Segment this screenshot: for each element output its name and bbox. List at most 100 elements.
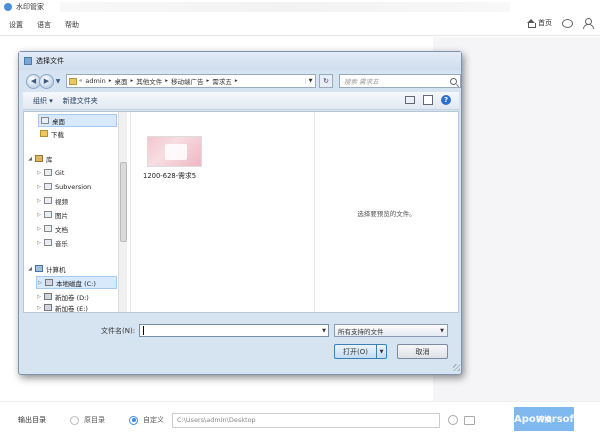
radio-original-dir[interactable]: [70, 415, 79, 425]
expand-arrow-icon[interactable]: ▷: [36, 212, 42, 218]
output-path-field[interactable]: C:\Users\admin\Desktop: [172, 412, 440, 428]
organize-button[interactable]: 组织 ▾: [33, 96, 53, 106]
nav-label: 视频: [55, 197, 68, 206]
output-dir-label: 输出目录: [18, 416, 46, 424]
new-folder-button[interactable]: 新建文件夹: [63, 96, 98, 106]
home-label: 首页: [538, 19, 552, 27]
menu-settings[interactable]: 设置: [9, 20, 23, 30]
expand-arrow-icon[interactable]: ▷: [37, 280, 43, 286]
filename-input[interactable]: ▼: [139, 324, 329, 337]
file-type-value: 所有支持的文件: [338, 327, 384, 336]
nav-scrollbar-thumb[interactable]: [120, 162, 127, 242]
breadcrumb-overflow[interactable]: «: [79, 78, 82, 84]
expand-arrow-icon[interactable]: ▷: [36, 198, 42, 204]
cancel-button[interactable]: 取消: [397, 344, 448, 359]
address-dropdown-icon[interactable]: ▼: [305, 78, 315, 84]
dialog-footer: 文件名(N): ▼ 所有支持的文件 ▼ 打开(O) ▼ 取消: [19, 314, 463, 374]
desktop-icon: [41, 117, 49, 124]
nav-label: Git: [55, 168, 65, 177]
thumbnail-image: [165, 144, 187, 160]
chat-icon[interactable]: [562, 18, 573, 28]
file-list-pane: 1200-628-需求5: [131, 112, 314, 312]
expand-arrow-icon[interactable]: ▷: [36, 240, 42, 246]
dialog-titlebar: 选择文件: [19, 52, 461, 70]
nav-item-new-vol-d[interactable]: ▷ 新加卷 (D:): [36, 290, 89, 303]
documents-icon: [44, 225, 52, 232]
nav-item-new-vol-e[interactable]: ▷ 新加卷 (E:): [36, 303, 88, 312]
nav-item-computer[interactable]: ◢ 计算机: [27, 262, 66, 275]
radio-custom-label: 自定义: [143, 416, 164, 424]
change-view-icon[interactable]: [405, 96, 415, 104]
videos-icon: [44, 197, 52, 204]
address-bar[interactable]: « admin ▸ 桌面 ▸ 其他文件 ▸ 移动端广告 ▸ 需求五 ▸ ▼: [66, 74, 316, 88]
refresh-icon[interactable]: ↻: [319, 74, 333, 88]
navigation-pane: 桌面 下载 ◢ 库 ▷ Git ▷ Subversion ▷ 视频 ▷ 图片 ▷…: [24, 112, 130, 312]
expand-arrow-icon[interactable]: ▷: [36, 294, 42, 300]
nav-item-pictures[interactable]: ▷ 图片: [36, 208, 68, 221]
drive-icon: [44, 293, 52, 300]
output-bar: 输出目录 原目录 自定义 C:\Users\admin\Desktop: [0, 401, 600, 438]
preview-pane-icon[interactable]: [423, 95, 433, 105]
nav-item-desktop[interactable]: 桌面: [38, 114, 117, 127]
home-button[interactable]: 首页: [526, 18, 552, 28]
subversion-library-icon: [44, 183, 52, 190]
menu-help[interactable]: 帮助: [65, 20, 79, 30]
nav-item-videos[interactable]: ▷ 视频: [36, 194, 68, 207]
forward-arrow-icon[interactable]: ▶: [39, 73, 54, 89]
expand-arrow-icon[interactable]: ▷: [36, 170, 42, 176]
nav-label: 下载: [51, 130, 64, 139]
nav-item-libraries[interactable]: ◢ 库: [27, 152, 53, 165]
nav-label: 计算机: [46, 265, 66, 274]
dialog-body: 桌面 下载 ◢ 库 ▷ Git ▷ Subversion ▷ 视频 ▷ 图片 ▷…: [23, 111, 459, 313]
expand-arrow-icon[interactable]: ▷: [36, 184, 42, 190]
folder-icon[interactable]: [464, 415, 475, 425]
file-thumbnail[interactable]: [147, 136, 202, 167]
open-dir-icon[interactable]: [448, 415, 458, 425]
text-caret: [143, 326, 144, 335]
collapse-arrow-icon[interactable]: ◢: [27, 156, 33, 162]
search-placeholder: 搜索 需求五: [344, 78, 379, 86]
search-input[interactable]: 搜索 需求五: [339, 74, 461, 88]
app-title: 水印管家: [16, 3, 44, 11]
user-icon[interactable]: [583, 18, 594, 29]
downloads-icon: [40, 130, 48, 137]
filename-label: 文件名(N):: [101, 327, 136, 335]
collapse-arrow-icon[interactable]: ◢: [27, 266, 33, 272]
nav-label: 音乐: [55, 239, 68, 248]
expand-arrow-icon[interactable]: ▷: [36, 305, 42, 311]
search-icon: [450, 77, 457, 85]
help-icon[interactable]: ?: [441, 95, 451, 105]
nav-scrollbar[interactable]: [118, 112, 127, 312]
breadcrumb-mobile-ads[interactable]: 移动端广告: [171, 76, 204, 86]
menu-language[interactable]: 语言: [37, 20, 51, 30]
nav-item-git[interactable]: ▷ Git: [36, 166, 64, 179]
nav-label: 文档: [55, 225, 68, 234]
open-button[interactable]: 打开(O) ▼: [334, 344, 387, 359]
open-dropdown-icon[interactable]: ▼: [376, 345, 386, 358]
breadcrumb-admin[interactable]: admin: [85, 77, 105, 85]
chevron-down-icon[interactable]: ▼: [322, 325, 326, 337]
nav-item-local-disk-c[interactable]: ▷ 本地磁盘 (C:): [36, 276, 117, 289]
recent-locations-dropdown[interactable]: ▼: [54, 78, 62, 85]
dialog-app-icon: [24, 57, 32, 65]
pictures-icon: [44, 211, 52, 218]
breadcrumb-req5[interactable]: 需求五: [212, 76, 232, 86]
nav-arrows: ◀ ▶ ▼: [26, 73, 62, 89]
nav-item-documents[interactable]: ▷ 文档: [36, 222, 68, 235]
app-logo-icon: [4, 3, 12, 11]
preview-placeholder-text: 选择要预览的文件。: [357, 210, 416, 218]
radio-custom-dir[interactable]: [129, 415, 138, 425]
breadcrumb-desktop[interactable]: 桌面: [115, 76, 128, 86]
breadcrumb-sep-icon: ▸: [206, 78, 210, 84]
breadcrumb-other-files[interactable]: 其他文件: [136, 76, 162, 86]
app-right-controls: 首页: [526, 18, 594, 29]
expand-arrow-icon[interactable]: ▷: [36, 226, 42, 232]
nav-item-music[interactable]: ▷ 音乐: [36, 236, 68, 249]
nav-item-downloads[interactable]: 下载: [38, 127, 64, 140]
nav-item-subversion[interactable]: ▷ Subversion: [36, 180, 91, 193]
file-name-label[interactable]: 1200-628-需求5: [143, 170, 196, 180]
file-type-select[interactable]: 所有支持的文件 ▼: [334, 324, 448, 337]
resize-grip-icon[interactable]: [453, 364, 460, 371]
home-icon: [526, 18, 536, 28]
file-open-dialog: 选择文件 ◀ ▶ ▼ « admin ▸ 桌面 ▸ 其他文件 ▸ 移动端广告 ▸…: [18, 51, 462, 375]
